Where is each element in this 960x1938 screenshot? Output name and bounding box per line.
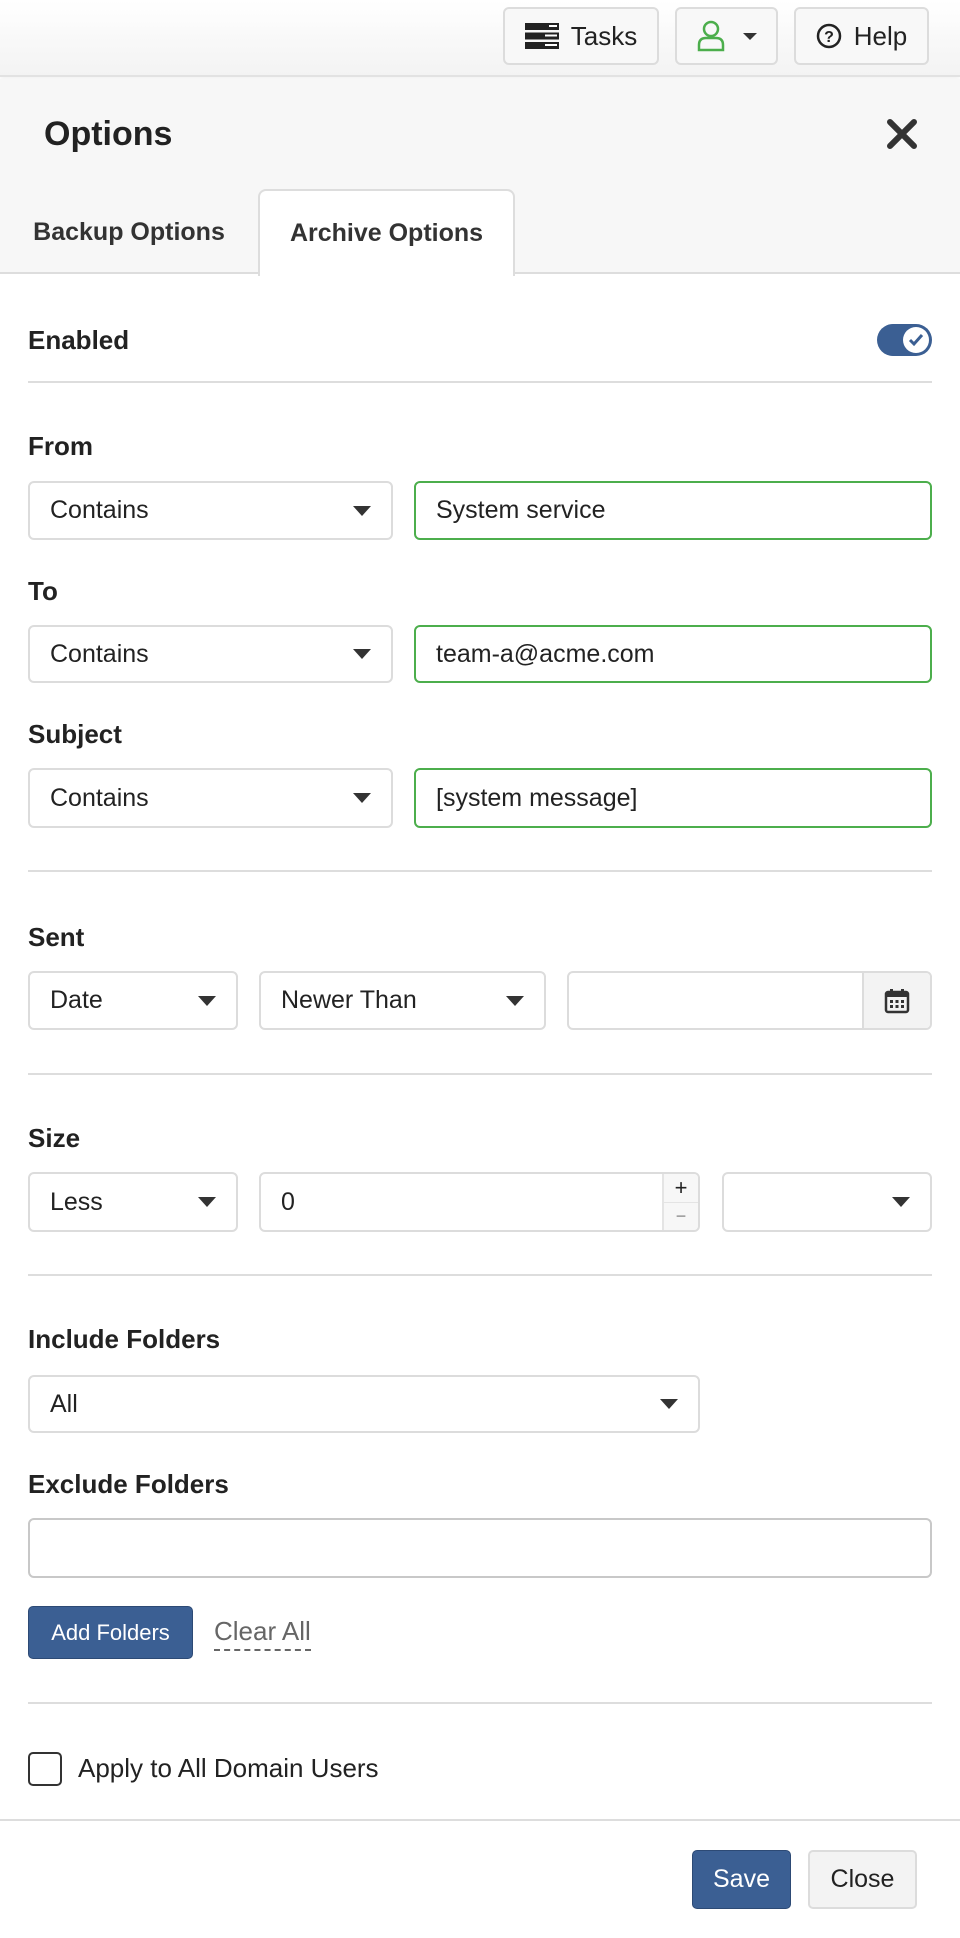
- caret-down-icon: [353, 505, 371, 516]
- size-value-stepper[interactable]: 0 + −: [259, 1172, 700, 1232]
- user-menu-button[interactable]: [675, 7, 778, 65]
- close-button[interactable]: Close: [808, 1850, 917, 1909]
- subject-operator-select[interactable]: Contains: [28, 768, 393, 828]
- size-comparison-value: Less: [50, 1187, 103, 1216]
- calendar-icon: [884, 988, 910, 1013]
- exclude-folders-label: Exclude Folders: [28, 1469, 229, 1499]
- apply-all-label[interactable]: Apply to All Domain Users: [78, 1753, 379, 1784]
- calendar-button[interactable]: [862, 973, 930, 1028]
- divider: [28, 1073, 932, 1075]
- user-icon: [697, 20, 724, 52]
- include-folders-select[interactable]: All: [28, 1375, 700, 1433]
- clear-all-link[interactable]: Clear All: [214, 1616, 311, 1651]
- check-icon: [903, 327, 929, 353]
- sent-label: Sent: [28, 922, 85, 952]
- tasks-label: Tasks: [570, 20, 638, 51]
- to-label: To: [28, 576, 58, 606]
- save-button[interactable]: Save: [692, 1850, 791, 1909]
- caret-down-icon: [892, 1197, 910, 1207]
- from-operator-select[interactable]: Contains: [28, 481, 393, 540]
- help-label: Help: [853, 20, 908, 51]
- tab-archive-options[interactable]: Archive Options: [258, 189, 515, 276]
- to-input[interactable]: team-a@acme.com: [414, 625, 932, 683]
- sent-date-input[interactable]: [567, 971, 932, 1030]
- divider: [28, 381, 932, 383]
- top-bar: Tasks ? Help: [0, 0, 960, 77]
- size-comparison-select[interactable]: Less: [28, 1172, 238, 1232]
- from-input[interactable]: System service: [414, 481, 932, 540]
- tasks-button[interactable]: Tasks: [503, 7, 659, 65]
- tasks-icon: [524, 23, 559, 49]
- add-folders-button[interactable]: Add Folders: [28, 1606, 193, 1659]
- chevron-down-icon: [742, 32, 757, 40]
- dialog-title: Options: [44, 115, 173, 153]
- caret-down-icon: [198, 1197, 216, 1207]
- sent-type-select[interactable]: Date: [28, 971, 238, 1030]
- close-icon[interactable]: [884, 116, 920, 152]
- tab-backup-options[interactable]: Backup Options: [0, 189, 258, 276]
- increment-button[interactable]: +: [664, 1174, 698, 1203]
- size-unit-select[interactable]: [722, 1172, 932, 1232]
- divider: [28, 1702, 932, 1704]
- divider: [28, 870, 932, 872]
- enabled-label: Enabled: [28, 325, 130, 355]
- include-folders-value: All: [50, 1389, 78, 1418]
- sent-comparison-select[interactable]: Newer Than: [259, 971, 546, 1030]
- include-folders-label: Include Folders: [28, 1324, 221, 1354]
- size-label: Size: [28, 1123, 81, 1153]
- help-icon: ?: [816, 23, 841, 49]
- sent-type-value: Date: [50, 986, 103, 1014]
- enabled-toggle[interactable]: [877, 324, 932, 356]
- help-button[interactable]: ? Help: [794, 7, 929, 65]
- size-value: 0: [281, 1187, 295, 1216]
- from-label: From: [28, 431, 93, 461]
- subject-label: Subject: [28, 719, 122, 749]
- caret-down-icon: [506, 995, 524, 1006]
- to-operator-select[interactable]: Contains: [28, 625, 393, 683]
- exclude-folders-input[interactable]: [28, 1518, 932, 1578]
- subject-input[interactable]: [system message]: [414, 768, 932, 828]
- footer-divider: [0, 1819, 960, 1821]
- apply-all-checkbox[interactable]: [28, 1752, 62, 1786]
- divider: [28, 1274, 932, 1276]
- caret-down-icon: [198, 995, 216, 1006]
- to-operator-value: Contains: [50, 639, 149, 668]
- svg-text:?: ?: [824, 29, 834, 46]
- sent-comparison-value: Newer Than: [281, 986, 417, 1014]
- subject-operator-value: Contains: [50, 783, 149, 812]
- from-operator-value: Contains: [50, 496, 149, 524]
- decrement-button[interactable]: −: [664, 1203, 698, 1231]
- caret-down-icon: [660, 1399, 678, 1409]
- caret-down-icon: [353, 793, 371, 803]
- caret-down-icon: [353, 649, 371, 659]
